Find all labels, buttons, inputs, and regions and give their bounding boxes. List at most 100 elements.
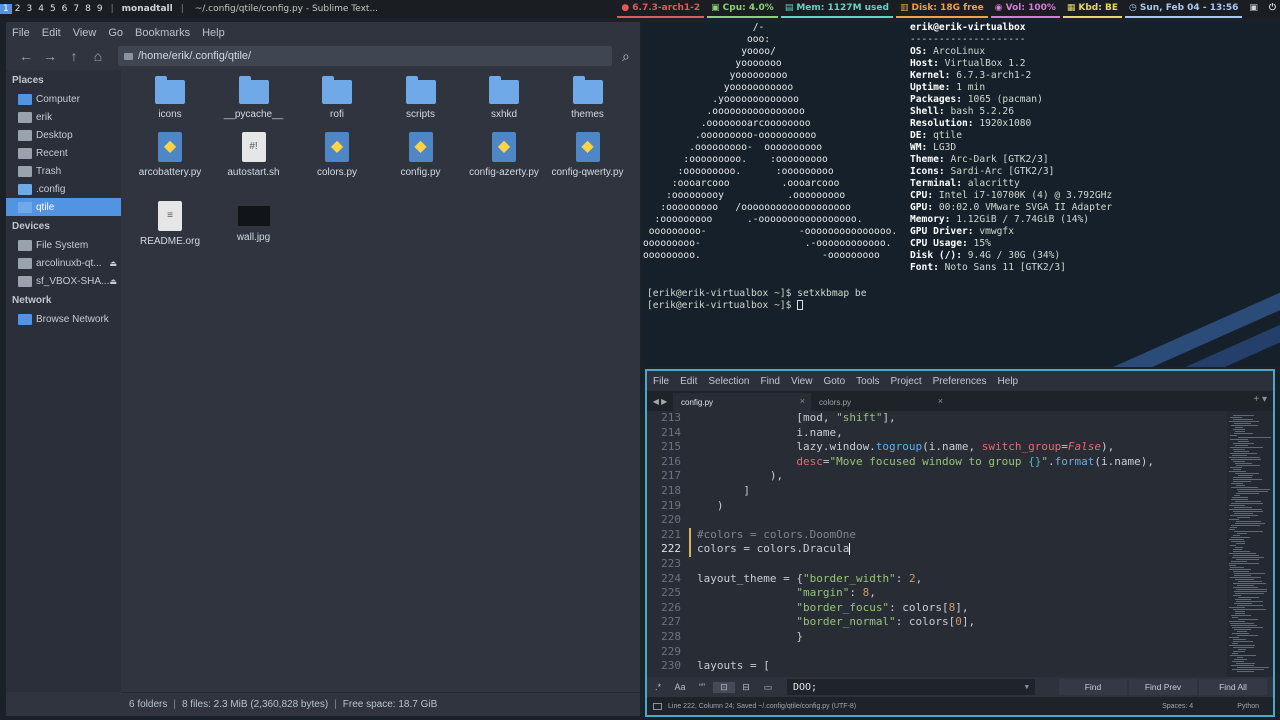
st-menu-help[interactable]: Help xyxy=(998,376,1019,387)
menu-go[interactable]: Go xyxy=(108,27,123,39)
volume-widget[interactable]: ◉ Vol: 100% xyxy=(990,0,1060,18)
back-icon[interactable]: ← xyxy=(14,48,38,64)
info-key: Disk (/): xyxy=(910,250,968,261)
regex-toggle[interactable]: .* xyxy=(647,682,669,693)
case-toggle[interactable]: Aa xyxy=(669,682,691,693)
minimap-line xyxy=(1233,595,1241,596)
file-item[interactable]: scripts xyxy=(379,72,463,121)
st-menu-file[interactable]: File xyxy=(653,376,669,387)
folder-file-icon xyxy=(572,76,603,104)
file-item[interactable]: sxhkd xyxy=(462,72,546,121)
file-item[interactable]: ◆ colors.py xyxy=(295,128,379,179)
search-icon[interactable]: ⌕ xyxy=(622,48,630,65)
in-selection-toggle[interactable]: ⊟ xyxy=(735,682,757,693)
history-dropdown-icon[interactable]: ▼ xyxy=(1025,683,1029,691)
code-line: 227 "border_normal": colors[0], xyxy=(647,615,1227,630)
layout-name[interactable]: monadtall xyxy=(119,4,176,14)
whole-word-toggle[interactable]: “” xyxy=(691,682,713,693)
file-item[interactable]: rofi xyxy=(295,72,379,121)
forward-icon[interactable]: → xyxy=(38,48,62,64)
find-prev-button[interactable]: Find Prev xyxy=(1129,679,1197,695)
sidebar-item-browse-network[interactable]: Browse Network xyxy=(6,310,121,328)
sidebar-item--config[interactable]: .config xyxy=(6,180,121,198)
clock-widget[interactable]: ◷ Sun, Feb 04 - 13:56 xyxy=(1125,0,1243,18)
disk-widget[interactable]: ▥ Disk: 18G free xyxy=(895,0,988,18)
cpu-widget[interactable]: ▣ Cpu: 4.0% xyxy=(707,0,778,18)
menu-edit[interactable]: Edit xyxy=(42,27,61,39)
kernel-widget[interactable]: ● 6.7.3-arch1-2 xyxy=(617,0,705,18)
file-item[interactable]: __pycache__ xyxy=(212,72,296,121)
minimap[interactable] xyxy=(1227,411,1273,677)
find-button[interactable]: Find xyxy=(1059,679,1127,695)
group-5[interactable]: 5 xyxy=(47,4,59,14)
file-item[interactable]: ◆ config-azerty.py xyxy=(462,128,546,179)
file-item[interactable]: themes xyxy=(546,72,630,121)
group-3[interactable]: 3 xyxy=(23,4,35,14)
indentation-status[interactable]: Spaces: 4 xyxy=(1162,703,1193,710)
sidebar-item-trash[interactable]: Trash xyxy=(6,162,121,180)
find-input[interactable]: DOO; ▼ xyxy=(787,679,1035,695)
file-item[interactable]: ◆ config.py xyxy=(379,128,463,179)
sidebar-item-qtile[interactable]: qtile xyxy=(6,198,121,216)
file-item[interactable]: ◆ arcobattery.py xyxy=(128,128,212,179)
st-menu-tools[interactable]: Tools xyxy=(856,376,879,387)
tab-config-py[interactable]: config.py × xyxy=(673,393,811,411)
minimap-line xyxy=(1229,529,1235,530)
st-menu-edit[interactable]: Edit xyxy=(680,376,697,387)
file-item[interactable]: wall.jpg xyxy=(212,197,296,244)
info-key: Icons: xyxy=(910,166,951,177)
group-7[interactable]: 7 xyxy=(70,4,82,14)
minimap-line xyxy=(1233,461,1245,462)
close-tab-icon[interactable]: × xyxy=(800,396,805,406)
wrap-toggle[interactable]: ⊡ xyxy=(713,681,735,693)
sidebar-item-computer[interactable]: Computer xyxy=(6,90,121,108)
panel-switcher-icon[interactable] xyxy=(653,702,662,710)
highlight-toggle[interactable]: ▭ xyxy=(757,682,779,693)
st-menu-project[interactable]: Project xyxy=(891,376,922,387)
sidebar-item-recent[interactable]: Recent xyxy=(6,144,121,162)
menu-view[interactable]: View xyxy=(73,27,97,39)
eject-icon[interactable]: ⏏ xyxy=(109,277,117,286)
st-menu-selection[interactable]: Selection xyxy=(708,376,749,387)
minimap-line xyxy=(1238,491,1268,492)
group-8[interactable]: 8 xyxy=(82,4,94,14)
new-tab-icon[interactable]: + ▾ xyxy=(1253,394,1267,405)
group-1[interactable]: 1 xyxy=(0,4,12,14)
file-item[interactable]: ◆ config-qwerty.py xyxy=(546,128,630,179)
menu-help[interactable]: Help xyxy=(202,27,225,39)
eject-icon[interactable]: ⏏ xyxy=(109,259,117,268)
tray-icon[interactable]: ▣ xyxy=(1245,0,1262,18)
tab-scroll-arrows[interactable]: ◀ ▶ xyxy=(647,397,673,406)
sidebar-item-file-system[interactable]: File System xyxy=(6,236,121,254)
syntax-status[interactable]: Python xyxy=(1237,703,1259,710)
up-icon[interactable]: ↑ xyxy=(62,48,86,64)
sidebar-item-sf-vbox-sha-[interactable]: sf_VBOX-SHA... ⏏ xyxy=(6,272,121,290)
menu-bookmarks[interactable]: Bookmarks xyxy=(135,27,190,39)
group-6[interactable]: 6 xyxy=(59,4,71,14)
sidebar-item-erik[interactable]: erik xyxy=(6,108,121,126)
tray-icon[interactable]: ⏻ xyxy=(1265,0,1280,18)
st-menu-find[interactable]: Find xyxy=(761,376,780,387)
terminal-window[interactable]: /- ooo: yoooo/ yooooooo yooooooooo yoooo… xyxy=(643,22,1280,367)
find-all-button[interactable]: Find All xyxy=(1199,679,1267,695)
group-4[interactable]: 4 xyxy=(35,4,47,14)
group-2[interactable]: 2 xyxy=(12,4,24,14)
minimap-line xyxy=(1237,667,1269,668)
st-menu-goto[interactable]: Goto xyxy=(823,376,845,387)
file-item[interactable]: icons xyxy=(128,72,212,121)
sidebar-item-desktop[interactable]: Desktop xyxy=(6,126,121,144)
memory-widget[interactable]: ▤ Mem: 1127M used xyxy=(780,0,893,18)
close-tab-icon[interactable]: × xyxy=(938,396,943,406)
code-editor[interactable]: 213 [mod, "shift"], 214 i.name, 215 lazy.w… xyxy=(647,411,1227,677)
group-9[interactable]: 9 xyxy=(94,4,106,14)
st-menu-preferences[interactable]: Preferences xyxy=(933,376,987,387)
location-bar[interactable]: /home/erik/.config/qtile/ xyxy=(118,46,612,66)
keyboard-widget[interactable]: ▦ Kbd: BE xyxy=(1062,0,1122,18)
file-item[interactable]: #! autostart.sh xyxy=(212,128,296,179)
tab-colors-py[interactable]: colors.py × xyxy=(811,393,949,411)
home-icon[interactable]: ⌂ xyxy=(86,48,110,64)
sidebar-item-arcolinuxb-qt-[interactable]: arcolinuxb-qt... ⏏ xyxy=(6,254,121,272)
file-item[interactable]: ≡ README.org xyxy=(128,197,212,248)
menu-file[interactable]: File xyxy=(12,27,30,39)
st-menu-view[interactable]: View xyxy=(791,376,813,387)
